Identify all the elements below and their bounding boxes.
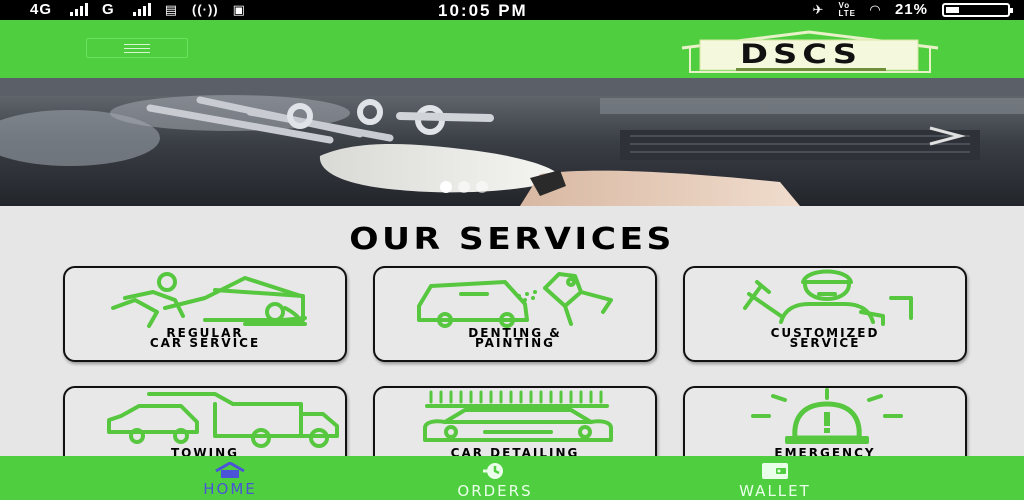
hotspot-icon: ((·)): [191, 2, 219, 17]
home-icon: [215, 462, 245, 478]
nav-home-label: HOME: [203, 480, 257, 498]
service-label: DENTING & PAINTING: [468, 326, 562, 350]
nav-home[interactable]: HOME: [170, 456, 290, 500]
status-bar: 4G G ▤ ((·)) ▣ 10:05 PM ✈ Vo LTE ◠ 21%: [0, 0, 1024, 20]
service-card-regular[interactable]: REGULAR CAR SERVICE: [63, 266, 347, 362]
orders-icon: [483, 463, 503, 479]
volte-badge: Vo LTE: [838, 0, 856, 18]
wifi-icon: ◠: [869, 1, 881, 17]
network-type-1: 4G: [30, 1, 53, 18]
wallet-icon: [762, 463, 788, 479]
service-label: CUSTOMIZED SERVICE: [770, 326, 880, 350]
battery-icon: [942, 2, 1013, 17]
nav-orders[interactable]: ORDERS: [420, 456, 570, 500]
bottom-navigation: HOME ORDERS WALLET: [0, 456, 1024, 500]
signal-strength-2-icon: [132, 3, 151, 16]
service-card-denting[interactable]: DENTING & PAINTING: [373, 266, 657, 362]
carousel-dot-2[interactable]: [458, 181, 470, 193]
hamburger-menu-icon[interactable]: [86, 38, 188, 58]
brand-logo[interactable]: DSCS: [676, 28, 942, 74]
nav-orders-label: ORDERS: [457, 482, 533, 500]
battery-percent: 21%: [894, 1, 928, 18]
service-label: REGULAR CAR SERVICE: [149, 326, 261, 350]
notification-icon: ▣: [232, 1, 246, 17]
carousel-dot-3[interactable]: [476, 181, 488, 193]
app-bar: DSCS: [0, 20, 1024, 78]
service-card-customized[interactable]: CUSTOMIZED SERVICE: [683, 266, 967, 362]
carousel-dots[interactable]: [440, 181, 488, 193]
data-saver-icon: ▤: [164, 1, 178, 17]
logo-text: DSCS: [739, 39, 863, 70]
nav-wallet[interactable]: WALLET: [700, 456, 850, 500]
section-title: OUR SERVICES: [349, 222, 675, 257]
signal-strength-icon: [70, 3, 89, 16]
hero-image: [0, 78, 1024, 206]
hero-banner[interactable]: [0, 78, 1024, 206]
airplane-mode-icon: ✈: [812, 1, 825, 17]
clock: 10:05 PM: [438, 1, 528, 20]
carousel-dot-1[interactable]: [440, 181, 452, 193]
nav-wallet-label: WALLET: [739, 482, 811, 500]
network-type-2: G: [102, 1, 115, 18]
